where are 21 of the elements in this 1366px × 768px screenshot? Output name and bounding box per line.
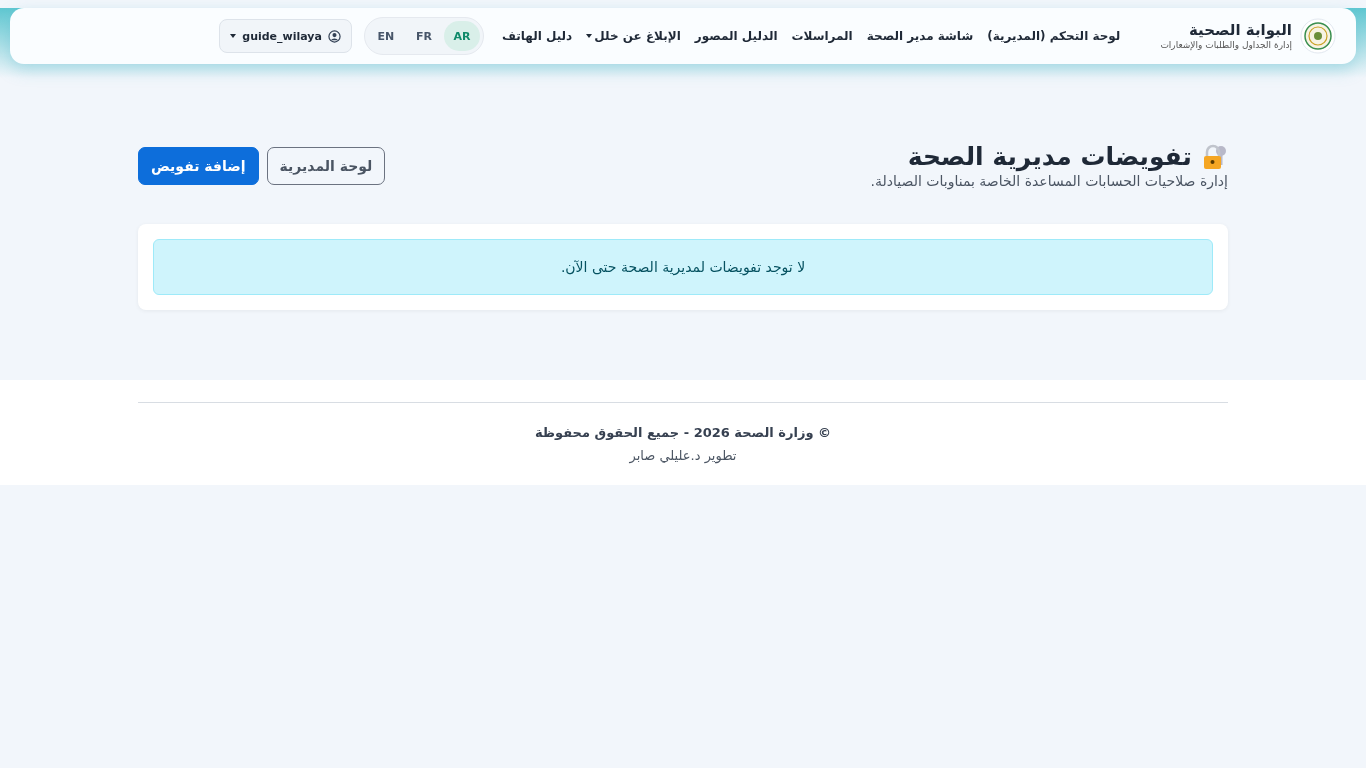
nav-link[interactable]: شاشة مدير الصحة (866, 29, 974, 43)
dropdown-menu-link[interactable]: الإبلاغ عن خلل (586, 29, 681, 43)
brand-title: البوابة الصحية (1188, 21, 1292, 39)
language-button[interactable]: AR (443, 21, 480, 51)
nav-link[interactable]: المراسلات (791, 29, 853, 43)
language-button[interactable]: EN (367, 21, 404, 51)
emblem-logo[interactable] (1300, 18, 1336, 54)
add-button[interactable]: إضافة تفويض (138, 146, 259, 185)
user-menu-button[interactable]: guide_wilaya (219, 19, 352, 53)
page-title: تفويضات مديرية الصحة (907, 142, 1192, 171)
nav-link[interactable]: الدليل المصور (694, 29, 778, 43)
dashboard-button[interactable]: لوحة المديرية (266, 146, 386, 185)
info-alert: لا توجد تفويضات لمديرية الصحة حتى الآن. (153, 239, 1213, 295)
credit-text: تطوير د.عليلي صابر (628, 448, 738, 463)
nav-link[interactable]: لوحة التحكم (المديرية) (987, 29, 1121, 43)
user-icon (327, 29, 341, 43)
language-button[interactable]: FR (405, 21, 442, 51)
page-subtitle: إدارة صلاحيات الحسابات المساعدة الخاصة بمناوبات الصيادلة. (870, 173, 1228, 189)
nav-link[interactable]: دليل الهاتف (501, 29, 573, 43)
brand-subtitle: إدارة الجداول والطلبات والإشعارات (1160, 39, 1292, 51)
copyright-text: © وزارة الصحة 2026 - جميع الحقوق محفوظة (534, 425, 832, 440)
